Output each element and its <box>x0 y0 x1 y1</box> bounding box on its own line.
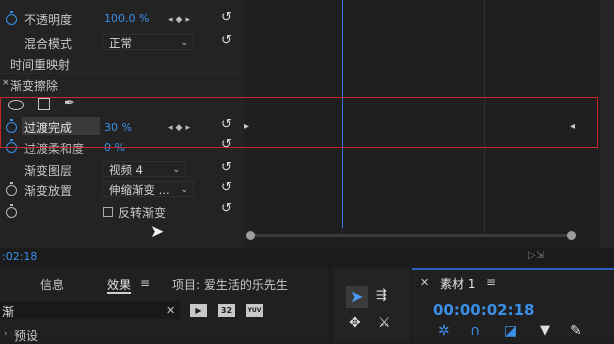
yuv-effects-icon[interactable]: YUV <box>246 304 263 317</box>
tab-effects[interactable]: 效果 <box>107 276 131 293</box>
track-select-tool-icon[interactable]: ⇶ <box>376 288 387 303</box>
highlight-box <box>0 97 598 148</box>
keyframe-nav-icon[interactable]: ◂◆▸ <box>168 15 193 25</box>
program-menu-icon[interactable]: ≡ <box>486 275 496 289</box>
current-timecode[interactable]: :02:18 <box>2 250 37 263</box>
time-remap-label[interactable]: 时间重映射 <box>10 56 70 73</box>
opacity-label: 不透明度 <box>24 13 73 27</box>
gradient-placement-select[interactable]: 伸缩渐变 ... ⌄ <box>102 181 194 197</box>
gradient-layer-label: 渐变图层 <box>24 164 73 178</box>
wrench-icon[interactable]: ✎ <box>570 323 582 339</box>
chevron-down-icon: ⌄ <box>180 38 188 48</box>
gradient-placement-value: 伸缩渐变 ... <box>109 183 170 197</box>
reset-icon[interactable]: ↺ <box>221 202 235 215</box>
snap-icon[interactable]: ✲ <box>438 323 450 339</box>
reset-icon[interactable]: ↺ <box>221 11 235 24</box>
selection-tool-icon[interactable]: ➤ <box>350 287 363 306</box>
program-tab-label[interactable]: 素材 1 <box>440 275 475 292</box>
magnet-icon[interactable]: ∩ <box>470 323 480 339</box>
marker-icon[interactable]: ▼ <box>540 323 550 338</box>
gradient-placement-label: 渐变放置 <box>24 184 73 198</box>
reset-icon[interactable]: ↺ <box>221 161 235 174</box>
active-tab-underline <box>107 292 131 294</box>
effects-search-value: 渐 <box>2 305 15 319</box>
stopwatch-icon[interactable] <box>6 182 17 196</box>
fx-icon[interactable]: × <box>2 78 10 88</box>
opacity-value[interactable]: 100.0 % <box>104 12 149 25</box>
status-bar <box>0 248 614 266</box>
32bit-effects-icon[interactable]: 32 <box>218 304 235 317</box>
tab-info[interactable]: 信息 <box>40 276 64 293</box>
scroll-handle-right[interactable] <box>567 231 576 240</box>
program-timecode[interactable]: 00:00:02:18 <box>433 301 535 319</box>
folder-expand-icon[interactable]: › <box>4 329 8 339</box>
effects-search-input[interactable] <box>0 301 180 319</box>
reset-icon[interactable]: ↺ <box>221 181 235 194</box>
invert-checkbox[interactable] <box>103 207 113 217</box>
timeline-scrollbar[interactable] <box>250 234 572 237</box>
blend-mode-value: 正常 <box>109 36 132 50</box>
mouse-cursor-icon: ➤ <box>150 222 165 242</box>
tab-project[interactable]: 项目: 爱生活的乐先生 <box>172 276 288 293</box>
gradient-wipe-label[interactable]: 渐变擦除 <box>10 77 58 94</box>
blend-mode-select[interactable]: 正常 ⌄ <box>102 34 194 50</box>
close-icon[interactable]: ✕ <box>420 276 429 289</box>
divider <box>0 73 244 74</box>
scroll-handle-left[interactable] <box>246 231 255 240</box>
accelerated-effects-icon[interactable]: ▶ <box>190 304 207 317</box>
gradient-layer-value: 视频 4 <box>109 163 143 177</box>
chevron-down-icon: ⌄ <box>180 185 188 195</box>
export-icon[interactable]: ▷⇲ <box>528 250 544 261</box>
linked-selection-icon[interactable]: ◪ <box>504 323 517 339</box>
timeline-right-gutter <box>600 0 614 248</box>
presets-folder[interactable]: 预设 <box>14 327 38 344</box>
search-clear-icon[interactable]: ✕ <box>166 304 175 317</box>
stopwatch-icon[interactable] <box>6 11 17 25</box>
ripple-edit-tool-icon[interactable]: ✥ <box>349 315 361 331</box>
stopwatch-icon[interactable] <box>6 204 17 218</box>
tab-menu-icon[interactable]: ≡ <box>140 276 150 290</box>
invert-label: 反转渐变 <box>118 206 167 220</box>
blend-mode-label: 混合模式 <box>24 37 73 51</box>
chevron-down-icon: ⌄ <box>172 165 180 175</box>
gradient-layer-select[interactable]: 视频 4 ⌄ <box>102 161 186 177</box>
razor-tool-icon[interactable]: ⚔ <box>378 315 391 331</box>
reset-icon[interactable]: ↺ <box>221 34 235 47</box>
